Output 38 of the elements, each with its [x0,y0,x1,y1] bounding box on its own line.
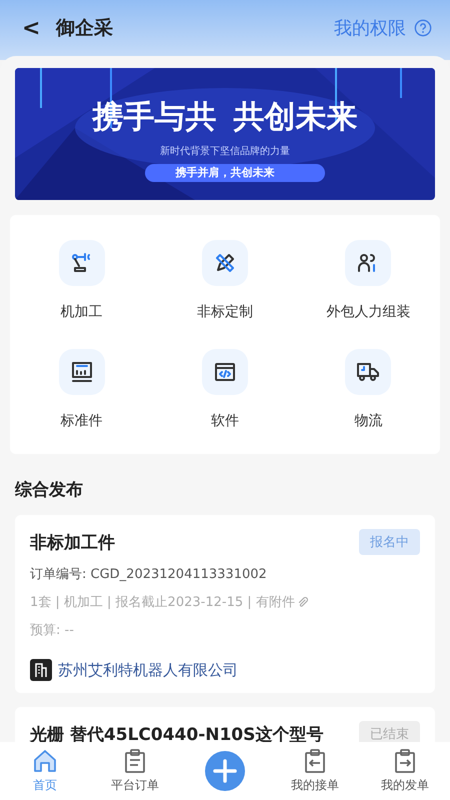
out-icon [392,748,418,774]
company-link[interactable]: 苏州艾利特机器人有限公司 [58,660,238,680]
category-label[interactable]: 物流 [354,412,382,430]
order-meta: 1套 | 机加工 | 报名截止2023-12-15 | 有附件 [30,594,295,611]
section-title: 综合发布 [14,479,84,502]
banner-slogan: 携手并肩，共创未来 [176,164,274,180]
plus-button[interactable] [205,751,245,791]
order-title: 非标加工件 [30,532,115,554]
category-label[interactable]: 标准件 [60,412,103,430]
tab-item[interactable]: 我的接单 [270,748,360,794]
pencil-ruler-icon[interactable] [202,240,248,286]
category-label[interactable]: 非标定制 [196,303,253,321]
order-card[interactable]: 光栅 替代45LC0440-N10S这个型号 已结束 [15,707,435,742]
people-icon[interactable] [345,240,392,286]
help-icon[interactable] [414,19,432,37]
gauge-icon[interactable] [58,349,105,395]
tab-item[interactable]: 我的发单 [360,748,450,794]
order-title: 光栅 替代45LC0440-N10S这个型号 [30,724,324,742]
back-button[interactable]: < [22,16,48,40]
banner-headline: 携手与共 共创未来 [92,98,358,136]
status-tag: 已结束 [359,721,420,742]
robot-arm-icon[interactable] [58,240,105,286]
status-tag: 报名中 [359,529,420,555]
category-label[interactable]: 软件 [210,412,239,430]
order-card[interactable]: 非标加工件 报名中 订单编号: CGD_20231204113331002 1套 | 机加工 | 报名截止2023-12-15 | 有附件 预算: -- 苏州艾利特机器人有限公司 [15,515,435,693]
tab-item[interactable]: 平台订单 [90,748,180,794]
clipboard-icon [122,748,148,774]
code-icon[interactable] [202,349,248,395]
truck-icon[interactable] [345,349,392,395]
order-number: 订单编号: CGD_20231204113331002 [30,566,268,583]
category-label[interactable]: 外包人力组装 [326,303,410,321]
budget-text: 预算: -- [30,622,75,639]
banner-subtitle: 新时代背景下坚信品牌的力量 [160,144,290,158]
building-icon [30,659,52,681]
home-icon [32,748,58,774]
page-title: 御企采 [56,16,114,41]
in-icon [302,748,328,774]
category-label[interactable]: 机加工 [60,303,103,321]
